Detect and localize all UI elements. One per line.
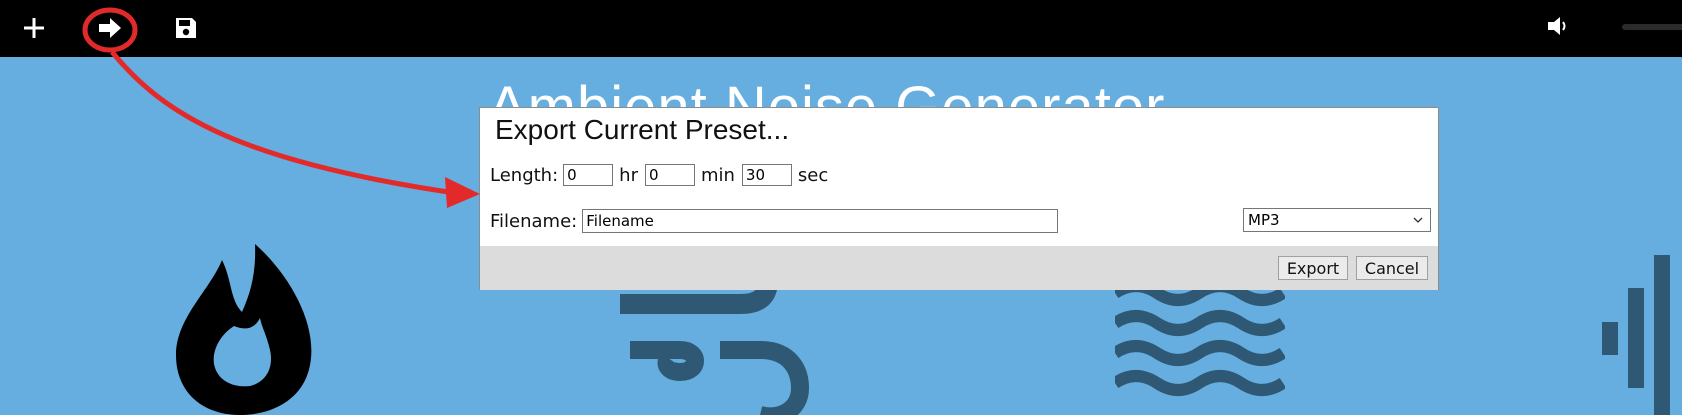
export-button[interactable]	[88, 6, 132, 50]
floppy-disk-icon	[176, 18, 196, 38]
length-row: Length: hr min sec	[490, 162, 835, 188]
fire-icon[interactable]	[170, 240, 320, 415]
filename-input[interactable]	[582, 209, 1059, 233]
annotation-arrow	[110, 50, 456, 196]
chevron-down-icon	[1413, 217, 1423, 223]
hours-unit-label: hr	[619, 164, 638, 186]
hours-input[interactable]	[563, 164, 614, 186]
filename-row: Filename:	[490, 208, 1059, 234]
format-select[interactable]: MP3	[1243, 208, 1431, 232]
export-dialog: Export Current Preset... Length: hr min …	[479, 107, 1439, 290]
plus-icon	[24, 18, 44, 38]
speaker-icon[interactable]	[1544, 12, 1572, 40]
seconds-input[interactable]	[741, 164, 792, 186]
seconds-unit-label: sec	[797, 164, 829, 186]
minutes-input[interactable]	[644, 164, 695, 186]
length-label: Length:	[490, 164, 559, 186]
add-button[interactable]	[12, 6, 56, 50]
wind-icon[interactable]	[620, 280, 830, 415]
format-selected-value: MP3	[1248, 211, 1280, 229]
export-confirm-button[interactable]: Export	[1278, 256, 1348, 280]
filename-label: Filename:	[490, 210, 578, 232]
dialog-title: Export Current Preset...	[495, 114, 790, 145]
water-waves-icon[interactable]	[1115, 285, 1285, 415]
save-button[interactable]	[164, 6, 208, 50]
toolbar	[0, 0, 1682, 57]
equalizer-icon[interactable]	[1600, 255, 1682, 415]
minutes-unit-label: min	[700, 164, 735, 186]
annotation-arrowhead	[445, 177, 480, 208]
arrow-right-icon	[99, 18, 121, 38]
volume-slider[interactable]	[1622, 24, 1682, 30]
cancel-button[interactable]: Cancel	[1356, 256, 1428, 280]
